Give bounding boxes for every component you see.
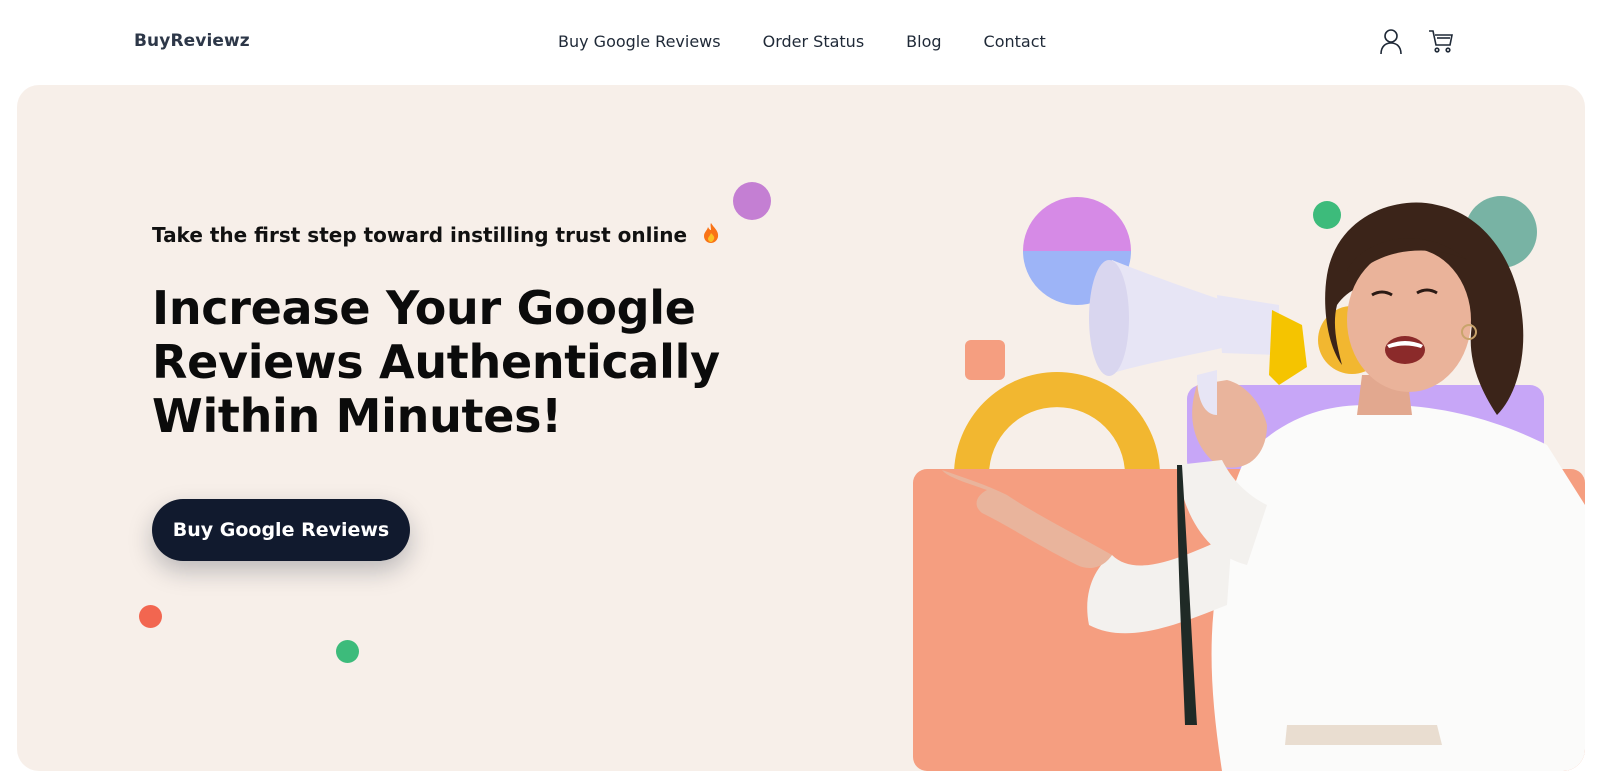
main-nav: Buy Google Reviews Order Status Blog Con…: [558, 32, 1046, 51]
brand-logo[interactable]: BuyReviewz: [134, 31, 250, 51]
hero-illustration: [913, 196, 1585, 771]
user-icon[interactable]: [1376, 26, 1406, 56]
site-header: BuyReviewz Buy Google Reviews Order Stat…: [0, 0, 1600, 84]
decor-arch-yellow: [954, 372, 1160, 475]
decor-dot-green-right: [1313, 201, 1341, 229]
hero-section: Take the first step toward instilling tr…: [17, 85, 1585, 771]
nav-item-blog[interactable]: Blog: [906, 32, 941, 51]
nav-item-order-status[interactable]: Order Status: [763, 32, 865, 51]
cart-icon[interactable]: [1426, 26, 1456, 56]
nav-item-buy-google-reviews[interactable]: Buy Google Reviews: [558, 32, 721, 51]
decor-square-coral: [965, 340, 1005, 380]
nav-item-contact[interactable]: Contact: [984, 32, 1046, 51]
